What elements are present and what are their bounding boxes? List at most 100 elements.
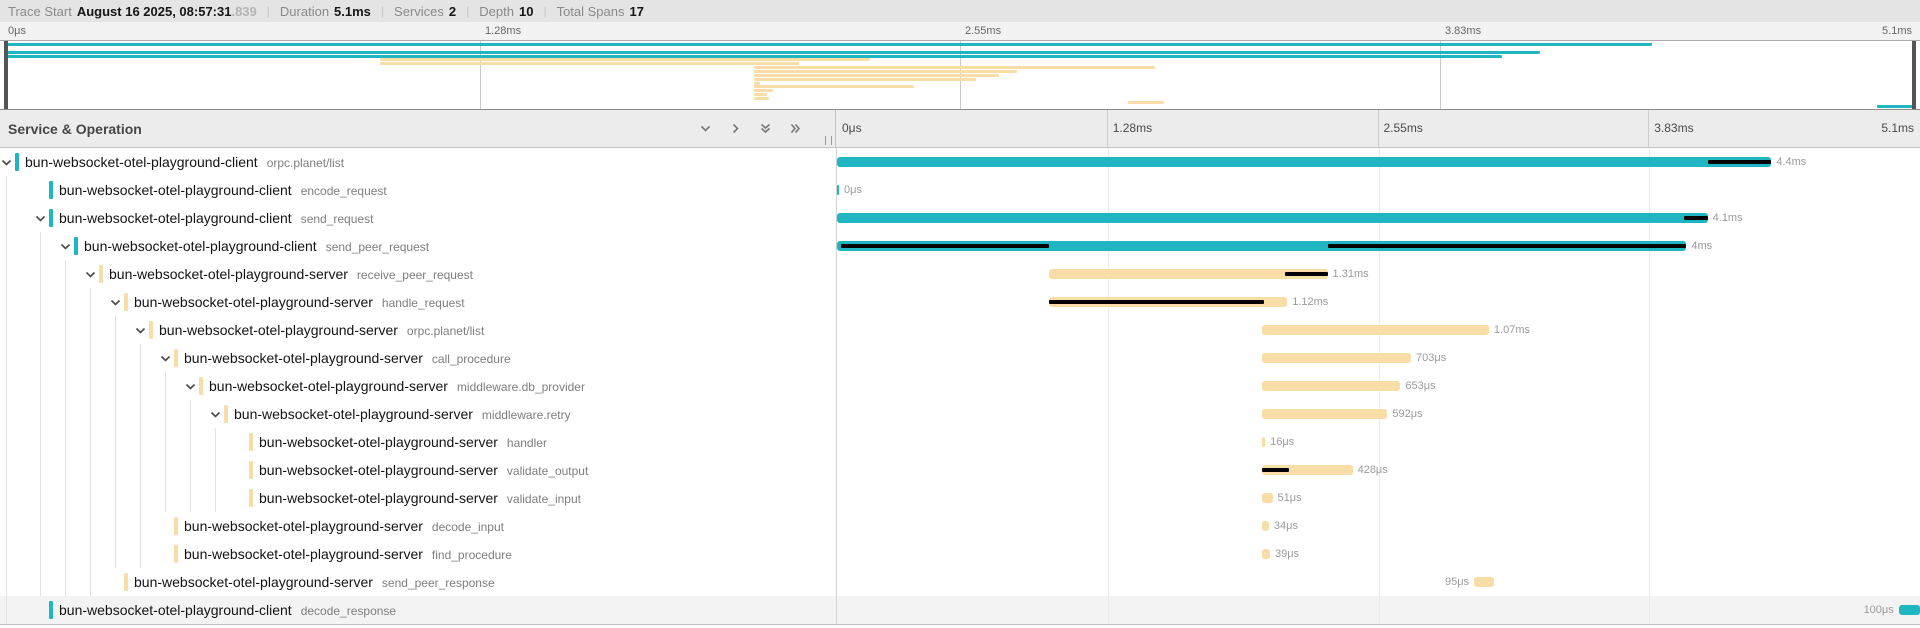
critical-path-segment	[1262, 468, 1290, 472]
span-bar[interactable]	[1262, 381, 1401, 391]
timeline-tick-label: 0μs	[842, 121, 862, 135]
minimap-right-scrubber-handle[interactable]	[1912, 41, 1916, 109]
collapse-chevron-icon[interactable]	[209, 408, 222, 426]
span-row[interactable]: bun-websocket-otel-playground-serverdeco…	[0, 512, 1920, 540]
span-bar[interactable]	[1262, 409, 1388, 419]
column-resizer-handle[interactable]	[825, 136, 832, 145]
span-table-header: Service & Operation 0μs1.28ms2.55ms3.83m…	[0, 110, 1920, 148]
indent-guide	[40, 372, 41, 400]
collapse-chevron-icon[interactable]	[34, 212, 47, 230]
timeline-gridline	[1379, 260, 1380, 288]
indent-guide	[115, 512, 116, 540]
critical-path-segment	[1049, 300, 1263, 304]
indent-guide	[40, 540, 41, 568]
timeline-gridline	[1108, 596, 1109, 624]
indent-guide	[65, 288, 66, 316]
timeline-tick-label: 1.28ms	[1113, 121, 1152, 135]
operation-name: orpc.planet/list	[267, 156, 344, 170]
span-row-timeline-cell: 4ms	[836, 232, 1920, 260]
span-color-bar	[49, 209, 53, 227]
span-bar[interactable]	[837, 213, 1708, 223]
span-row[interactable]: bun-websocket-otel-playground-clientsend…	[0, 204, 1920, 232]
span-row[interactable]: bun-websocket-otel-playground-servermidd…	[0, 372, 1920, 400]
collapse-chevron-icon[interactable]	[59, 240, 72, 258]
span-row-name-cell: bun-websocket-otel-playground-clientsend…	[0, 232, 836, 260]
span-row[interactable]: bun-websocket-otel-playground-servervali…	[0, 456, 1920, 484]
span-bar[interactable]	[1262, 353, 1411, 363]
collapse-chevron-icon[interactable]	[84, 268, 97, 286]
span-bar[interactable]	[1262, 437, 1265, 447]
minimap-left-scrubber-handle[interactable]	[4, 41, 8, 109]
span-bar[interactable]	[1474, 577, 1494, 587]
timeline-gridline	[1108, 372, 1109, 400]
span-duration-label: 1.12ms	[1292, 288, 1328, 316]
indent-guide	[65, 400, 66, 428]
span-color-bar	[124, 293, 128, 311]
span-duration-label: 1.07ms	[1494, 316, 1530, 344]
collapse-chevron-icon[interactable]	[109, 296, 122, 314]
span-color-bar	[124, 573, 128, 591]
collapse-chevron-icon[interactable]	[0, 156, 13, 174]
span-row-name-cell: bun-websocket-otel-playground-serverdeco…	[0, 512, 836, 540]
indent-guide	[115, 540, 116, 568]
services-value: 2	[449, 4, 456, 19]
operation-name: middleware.db_provider	[457, 380, 585, 394]
minimap-canvas[interactable]	[0, 40, 1920, 110]
span-row[interactable]: bun-websocket-otel-playground-serverhand…	[0, 288, 1920, 316]
operation-name: send_request	[301, 212, 374, 226]
span-row[interactable]: bun-websocket-otel-playground-clientorpc…	[0, 148, 1920, 176]
timeline-tick-line	[1648, 110, 1649, 147]
indent-guide	[90, 456, 91, 484]
span-rows: bun-websocket-otel-playground-clientorpc…	[0, 148, 1920, 625]
indent-guide	[65, 484, 66, 512]
span-color-bar	[249, 433, 253, 451]
timeline-gridline	[1649, 540, 1650, 568]
indent-guide	[65, 260, 66, 288]
span-row[interactable]: bun-websocket-otel-playground-clientdeco…	[0, 596, 1920, 624]
indent-guide	[90, 400, 91, 428]
indent-guide	[65, 344, 66, 372]
span-bar[interactable]	[1262, 493, 1273, 503]
span-bar[interactable]	[1262, 549, 1270, 559]
minimap-span-bar	[380, 58, 870, 61]
span-row[interactable]: bun-websocket-otel-playground-serverrece…	[0, 260, 1920, 288]
minimap-span-bar	[380, 62, 799, 65]
double-chevron-right-icon[interactable]	[789, 122, 803, 136]
minimap-span-bar	[1128, 101, 1164, 104]
double-chevron-down-icon[interactable]	[759, 122, 773, 136]
minimap-span-bar	[754, 85, 914, 88]
span-bar[interactable]	[1899, 605, 1920, 615]
indent-guide	[6, 204, 7, 232]
span-duration-label: 4.1ms	[1713, 204, 1743, 232]
service-name: bun-websocket-otel-playground-server	[259, 462, 498, 478]
depth-value: 10	[519, 4, 533, 19]
span-row[interactable]: bun-websocket-otel-playground-serverfind…	[0, 540, 1920, 568]
span-row-timeline-cell: 1.31ms	[836, 260, 1920, 288]
span-row[interactable]: bun-websocket-otel-playground-serverorpc…	[0, 316, 1920, 344]
span-bar[interactable]	[1262, 521, 1269, 531]
timeline-gridline	[1649, 260, 1650, 288]
minimap-span-bar	[1877, 105, 1914, 108]
minimap-tick-label: 0μs	[8, 25, 26, 37]
span-bar[interactable]	[1262, 325, 1489, 335]
collapse-chevron-icon[interactable]	[159, 352, 172, 370]
collapse-chevron-icon[interactable]	[184, 380, 197, 398]
minimap-tick-label: 3.83ms	[1445, 25, 1481, 37]
span-row[interactable]: bun-websocket-otel-playground-clientsend…	[0, 232, 1920, 260]
span-row[interactable]: bun-websocket-otel-playground-servercall…	[0, 344, 1920, 372]
span-row[interactable]: bun-websocket-otel-playground-servermidd…	[0, 400, 1920, 428]
span-bar[interactable]	[837, 157, 1771, 167]
span-row-timeline-cell: 653μs	[836, 372, 1920, 400]
trace-start-label: Trace Start	[8, 4, 72, 19]
span-row[interactable]: bun-websocket-otel-playground-servervali…	[0, 484, 1920, 512]
collapse-chevron-icon[interactable]	[134, 324, 147, 342]
span-color-bar	[174, 517, 178, 535]
chevron-right-icon[interactable]	[729, 122, 743, 136]
span-bar[interactable]	[837, 185, 839, 195]
indent-guide	[65, 316, 66, 344]
span-row[interactable]: bun-websocket-otel-playground-serversend…	[0, 568, 1920, 596]
chevron-down-icon[interactable]	[699, 122, 713, 136]
span-row[interactable]: bun-websocket-otel-playground-clientenco…	[0, 176, 1920, 204]
span-row[interactable]: bun-websocket-otel-playground-serverhand…	[0, 428, 1920, 456]
indent-guide	[6, 316, 7, 344]
